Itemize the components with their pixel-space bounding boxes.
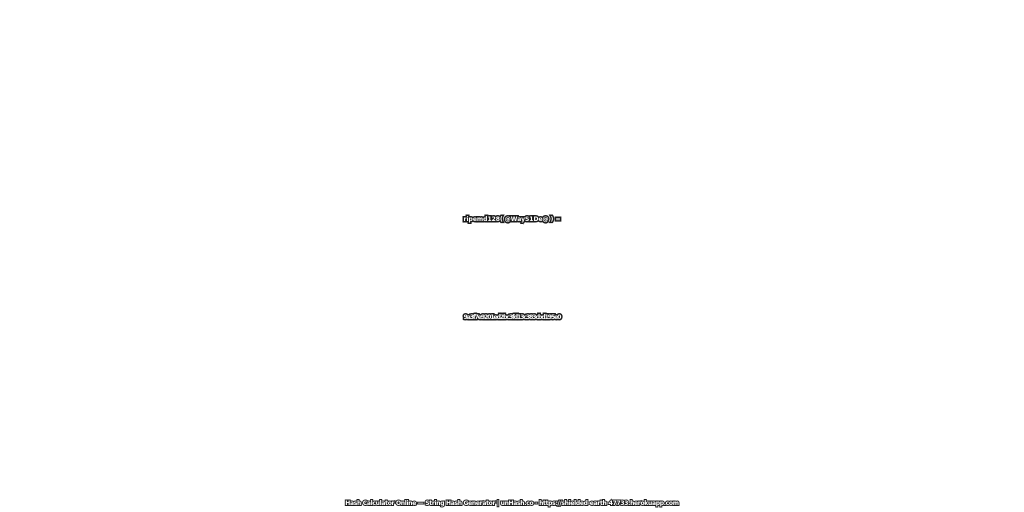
hash-expression: ripemd128( @WayS1De@ ) = <box>462 215 562 225</box>
hash-result: 9a3f7e9201ed2bc3fd13c383cbd195e0 <box>462 313 563 323</box>
footer-credit: Hash Calculator Online — String Hash Gen… <box>344 499 680 508</box>
